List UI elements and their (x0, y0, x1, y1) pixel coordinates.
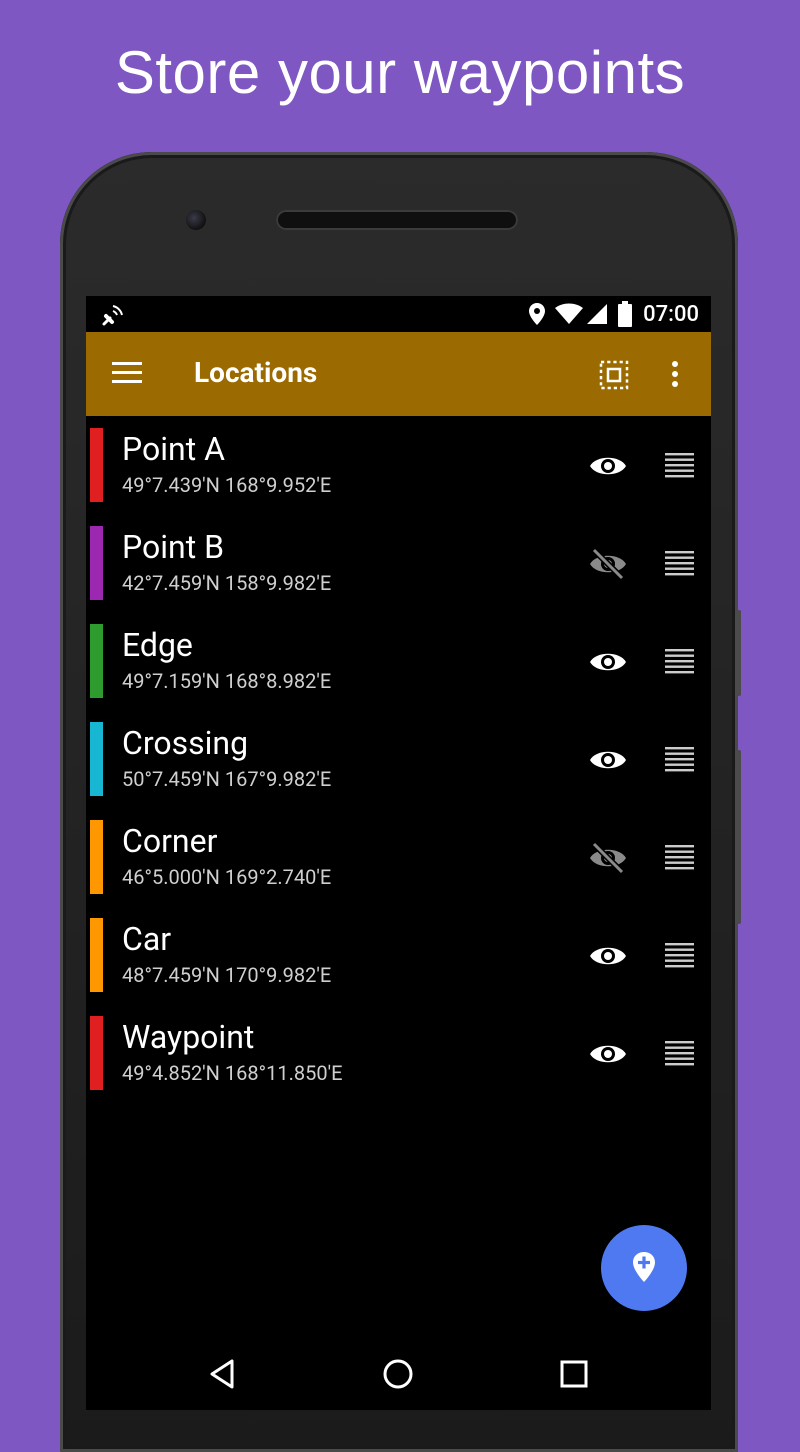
app-bar: Locations (86, 332, 711, 416)
add-location-icon (633, 1252, 655, 1282)
location-row[interactable]: Edge 49°7.159'N 168°8.982'E (86, 622, 711, 720)
add-location-button[interactable] (601, 1225, 687, 1311)
visibility-off-icon[interactable] (588, 838, 628, 878)
home-icon[interactable] (378, 1354, 418, 1394)
location-coords: 42°7.459'N 158°9.982'E (122, 571, 332, 595)
location-coords: 49°4.852'N 168°11.850'E (122, 1061, 343, 1085)
location-name: Waypoint (122, 1018, 255, 1056)
cell-signal-icon (587, 304, 607, 324)
drag-handle-icon[interactable] (664, 842, 696, 870)
visibility-icon[interactable] (588, 1034, 628, 1074)
phone-screen: 07:00 Locations Point A 49°7.439'N 168°9… (86, 296, 711, 1410)
location-name: Car (122, 920, 172, 958)
navigation-bar (86, 1336, 711, 1410)
back-icon[interactable] (204, 1354, 244, 1394)
volume-button (735, 610, 741, 696)
color-indicator (90, 428, 103, 502)
location-coords: 48°7.459'N 170°9.982'E (122, 963, 332, 987)
select-all-icon[interactable] (599, 360, 629, 390)
location-row[interactable]: Corner 46°5.000'N 169°2.740'E (86, 818, 711, 916)
location-pin-icon (529, 303, 545, 325)
wifi-icon (555, 303, 583, 324)
location-row[interactable]: Waypoint 49°4.852'N 168°11.850'E (86, 1014, 711, 1112)
location-coords: 49°7.439'N 168°9.952'E (122, 473, 332, 497)
more-vert-icon[interactable] (670, 360, 680, 390)
promo-headline: Store your waypoints (114, 39, 686, 106)
color-indicator (90, 722, 103, 796)
battery-icon (618, 301, 632, 327)
location-row[interactable]: Point B 42°7.459'N 158°9.982'E (86, 524, 711, 622)
color-indicator (90, 1016, 103, 1090)
location-name: Edge (122, 626, 193, 664)
color-indicator (90, 526, 103, 600)
front-camera (186, 210, 206, 230)
visibility-icon[interactable] (588, 642, 628, 682)
drag-handle-icon[interactable] (664, 450, 696, 478)
location-name: Point B (122, 528, 225, 566)
location-name: Corner (122, 822, 218, 860)
visibility-off-icon[interactable] (588, 544, 628, 584)
location-coords: 50°7.459'N 167°9.982'E (122, 767, 332, 791)
gps-signal-icon (102, 305, 123, 326)
status-bar: 07:00 (86, 296, 711, 332)
drag-handle-icon[interactable] (664, 548, 696, 576)
drag-handle-icon[interactable] (664, 1038, 696, 1066)
location-name: Point A (122, 430, 225, 468)
menu-icon[interactable] (112, 360, 144, 386)
visibility-icon[interactable] (588, 446, 628, 486)
location-row[interactable]: Point A 49°7.439'N 168°9.952'E (86, 426, 711, 524)
drag-handle-icon[interactable] (664, 940, 696, 968)
drag-handle-icon[interactable] (664, 646, 696, 674)
location-row[interactable]: Crossing 50°7.459'N 167°9.982'E (86, 720, 711, 818)
location-row[interactable]: Car 48°7.459'N 170°9.982'E (86, 916, 711, 1014)
drag-handle-icon[interactable] (664, 744, 696, 772)
color-indicator (90, 624, 103, 698)
recents-icon[interactable] (554, 1354, 594, 1394)
earpiece-speaker (276, 210, 518, 230)
page-title: Locations (194, 356, 318, 389)
power-button (735, 750, 741, 924)
clock-time: 07:00 (643, 302, 699, 327)
location-coords: 49°7.159'N 168°8.982'E (122, 669, 332, 693)
color-indicator (90, 918, 103, 992)
visibility-icon[interactable] (588, 936, 628, 976)
color-indicator (90, 820, 103, 894)
location-coords: 46°5.000'N 169°2.740'E (122, 865, 332, 889)
visibility-icon[interactable] (588, 740, 628, 780)
location-name: Crossing (122, 724, 249, 762)
